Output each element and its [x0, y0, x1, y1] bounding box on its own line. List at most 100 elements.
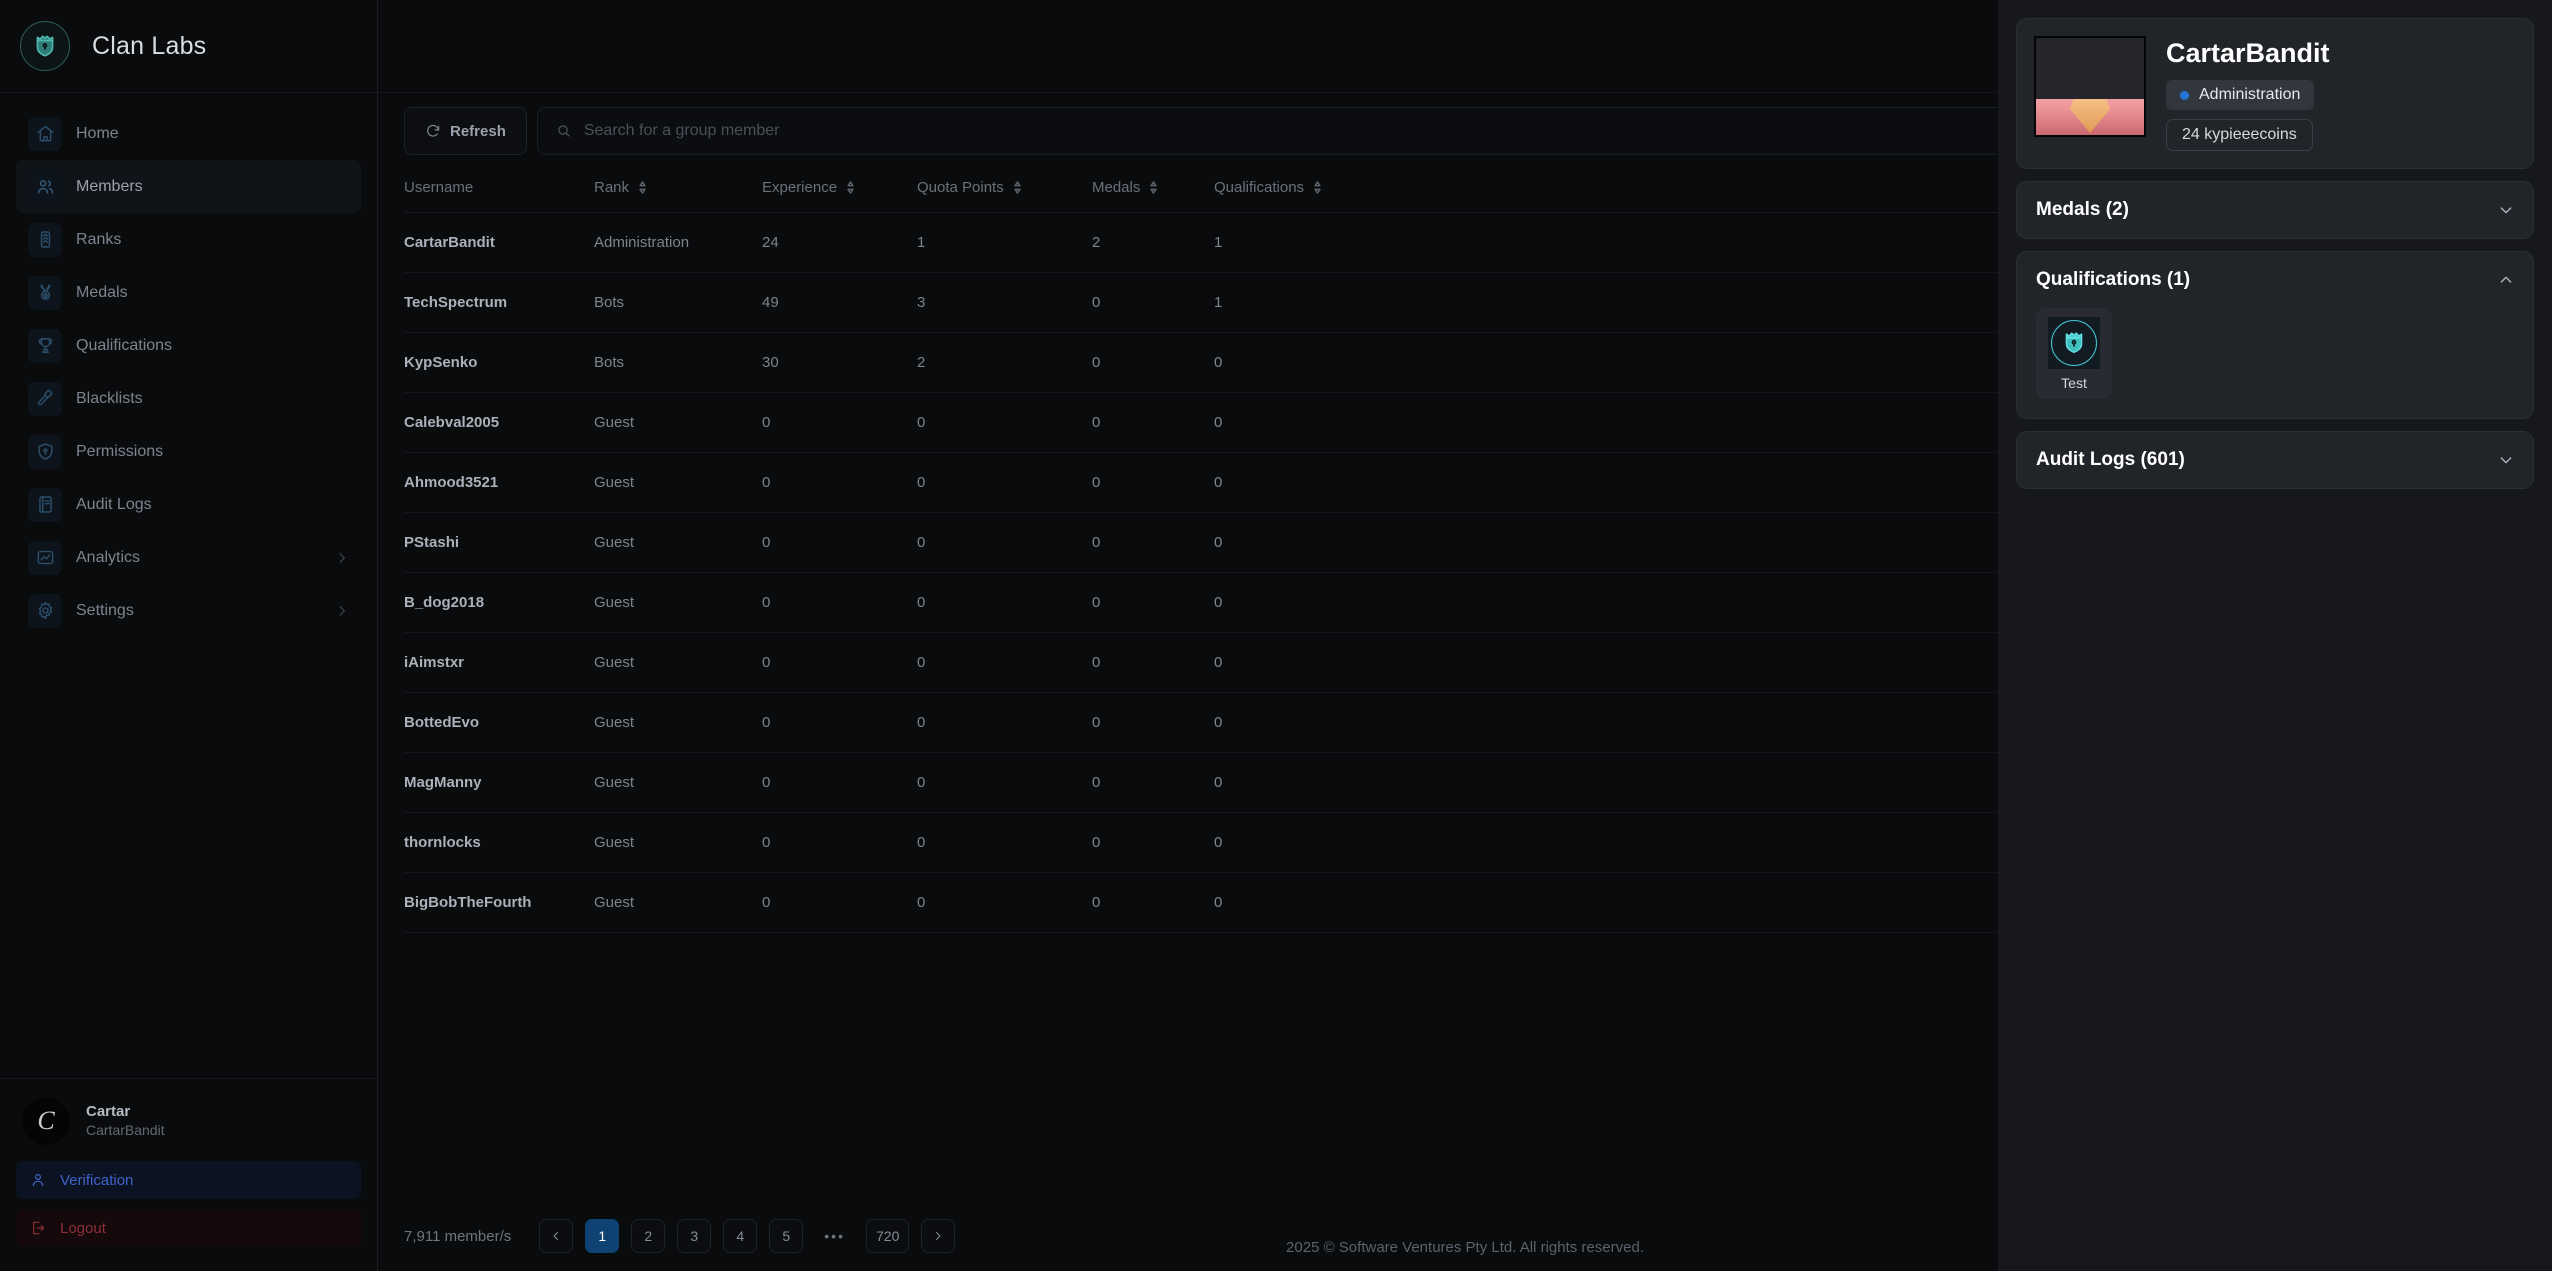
sidebar-item-medals[interactable]: Medals: [16, 266, 361, 319]
cell-username: Calebval2005: [404, 392, 594, 453]
sidebar-item-label: Home: [76, 124, 119, 142]
cell-medals: 0: [1092, 572, 1214, 633]
cell-username: PStashi: [404, 512, 594, 573]
section-audit-logs-header[interactable]: Audit Logs (601): [2017, 432, 2533, 488]
shield-crown-badge-icon: [2048, 317, 2100, 370]
sidebar-item-settings[interactable]: Settings: [16, 584, 361, 637]
cell-rank: Guest: [594, 752, 762, 813]
cell-experience: 0: [762, 812, 917, 873]
sidebar-item-qualifications[interactable]: Qualifications: [16, 319, 361, 372]
column-header-experience[interactable]: Experience: [762, 161, 917, 213]
sidebar-item-blacklists[interactable]: Blacklists: [16, 372, 361, 425]
chevron-right-icon: [339, 605, 345, 616]
cell-medals: 0: [1092, 632, 1214, 693]
sidebar-profile[interactable]: C Cartar CartarBandit: [16, 1097, 361, 1161]
verification-button[interactable]: Verification: [16, 1161, 361, 1199]
column-header-username: Username: [404, 161, 594, 213]
column-header-quota-points[interactable]: Quota Points: [917, 161, 1092, 213]
member-profile-info: CartarBandit Administration 24 kypieeeco…: [2166, 36, 2330, 152]
logout-label: Logout: [60, 1219, 106, 1237]
section-audit-logs: Audit Logs (601): [2016, 431, 2534, 490]
qualification-name: Test: [2061, 375, 2087, 392]
cell-medals: 0: [1092, 272, 1214, 333]
cell-username: iAimstxr: [404, 632, 594, 693]
section-medals: Medals (2): [2016, 181, 2534, 240]
shield-lock-icon: [28, 434, 62, 469]
sidebar-item-label: Blacklists: [76, 389, 143, 407]
gear-icon: [28, 593, 62, 628]
cell-rank: Guest: [594, 392, 762, 453]
logout-button[interactable]: Logout: [16, 1209, 361, 1247]
sort-icon[interactable]: [845, 181, 856, 194]
sidebar-item-label: Analytics: [76, 548, 141, 566]
column-header-rank[interactable]: Rank: [594, 161, 762, 213]
cell-rank: Administration: [594, 212, 762, 273]
section-title: Audit Logs (601): [2036, 449, 2185, 471]
sidebar-item-audit-logs[interactable]: Audit Logs: [16, 478, 361, 531]
cell-username: TechSpectrum: [404, 272, 594, 333]
avatar: C: [22, 1097, 70, 1145]
cell-username: BigBobTheFourth: [404, 872, 594, 933]
cell-medals: 0: [1092, 692, 1214, 753]
sort-icon[interactable]: [1312, 181, 1323, 194]
member-avatar-image: [2034, 36, 2146, 137]
refresh-label: Refresh: [450, 122, 506, 140]
qualification-item[interactable]: Test: [2036, 308, 2112, 400]
sort-icon[interactable]: [637, 181, 648, 194]
sidebar-item-permissions[interactable]: Permissions: [16, 425, 361, 478]
section-medals-header[interactable]: Medals (2): [2017, 182, 2533, 238]
book-icon: [28, 487, 62, 522]
member-rank-chip: Administration: [2166, 80, 2315, 111]
cell-quota-points: 0: [917, 632, 1092, 693]
logout-icon: [33, 1221, 45, 1235]
cell-rank: Guest: [594, 452, 762, 513]
sidebar-item-ranks[interactable]: Ranks: [16, 213, 361, 266]
refresh-button[interactable]: Refresh: [404, 107, 527, 155]
cell-experience: 0: [762, 692, 917, 753]
column-header-medals[interactable]: Medals: [1092, 161, 1214, 213]
sidebar-footer: C Cartar CartarBandit Verification Logou…: [0, 1078, 377, 1271]
cell-username: CartarBandit: [404, 212, 594, 273]
section-qualifications-body: Test: [2017, 308, 2533, 418]
column-label: Rank: [594, 179, 630, 196]
sort-icon[interactable]: [1148, 181, 1159, 194]
cell-experience: 49: [762, 272, 917, 333]
shield-crown-icon: [20, 21, 70, 71]
cell-username: B_dog2018: [404, 572, 594, 633]
sidebar-item-label: Permissions: [76, 442, 164, 460]
avatar-letter: C: [37, 1106, 55, 1135]
cell-rank: Guest: [594, 572, 762, 633]
column-label: Quota Points: [917, 179, 1004, 196]
chevron-down-icon[interactable]: [2498, 452, 2514, 468]
profile-display-name: Cartar: [86, 1102, 131, 1120]
member-coins-chip: 24 kypieeecoins: [2166, 119, 2313, 152]
column-label: Qualifications: [1214, 179, 1305, 196]
sidebar-item-members[interactable]: Members: [16, 160, 361, 213]
chart-image-icon: [28, 540, 62, 575]
sort-icon[interactable]: [1012, 181, 1023, 194]
sidebar-item-label: Settings: [76, 601, 134, 619]
refresh-icon: [427, 124, 440, 137]
chevron-down-icon[interactable]: [2498, 202, 2514, 218]
sidebar-item-analytics[interactable]: Analytics: [16, 531, 361, 584]
sidebar-item-label: Qualifications: [76, 336, 173, 354]
sidebar-item-label: Medals: [76, 283, 128, 301]
sidebar-item-home[interactable]: Home: [16, 107, 361, 160]
app-root: Clan Labs Home Members Ranks Medals Qual…: [0, 0, 2552, 1271]
cell-rank: Guest: [594, 512, 762, 573]
section-qualifications-header[interactable]: Qualifications (1): [2017, 252, 2533, 308]
cell-rank: Guest: [594, 872, 762, 933]
cell-username: Ahmood3521: [404, 452, 594, 513]
profile-username: CartarBandit: [86, 1121, 165, 1138]
cell-quota-points: 0: [917, 512, 1092, 573]
cell-username: thornlocks: [404, 812, 594, 873]
cell-quota-points: 0: [917, 392, 1092, 453]
chevron-up-icon[interactable]: [2498, 272, 2514, 288]
search-icon: [558, 125, 570, 137]
chevron-right-icon: [339, 552, 345, 563]
cell-rank: Guest: [594, 812, 762, 873]
cell-experience: 0: [762, 512, 917, 573]
cell-experience: 0: [762, 872, 917, 933]
cell-medals: 0: [1092, 452, 1214, 513]
sidebar-item-label: Audit Logs: [76, 495, 152, 513]
